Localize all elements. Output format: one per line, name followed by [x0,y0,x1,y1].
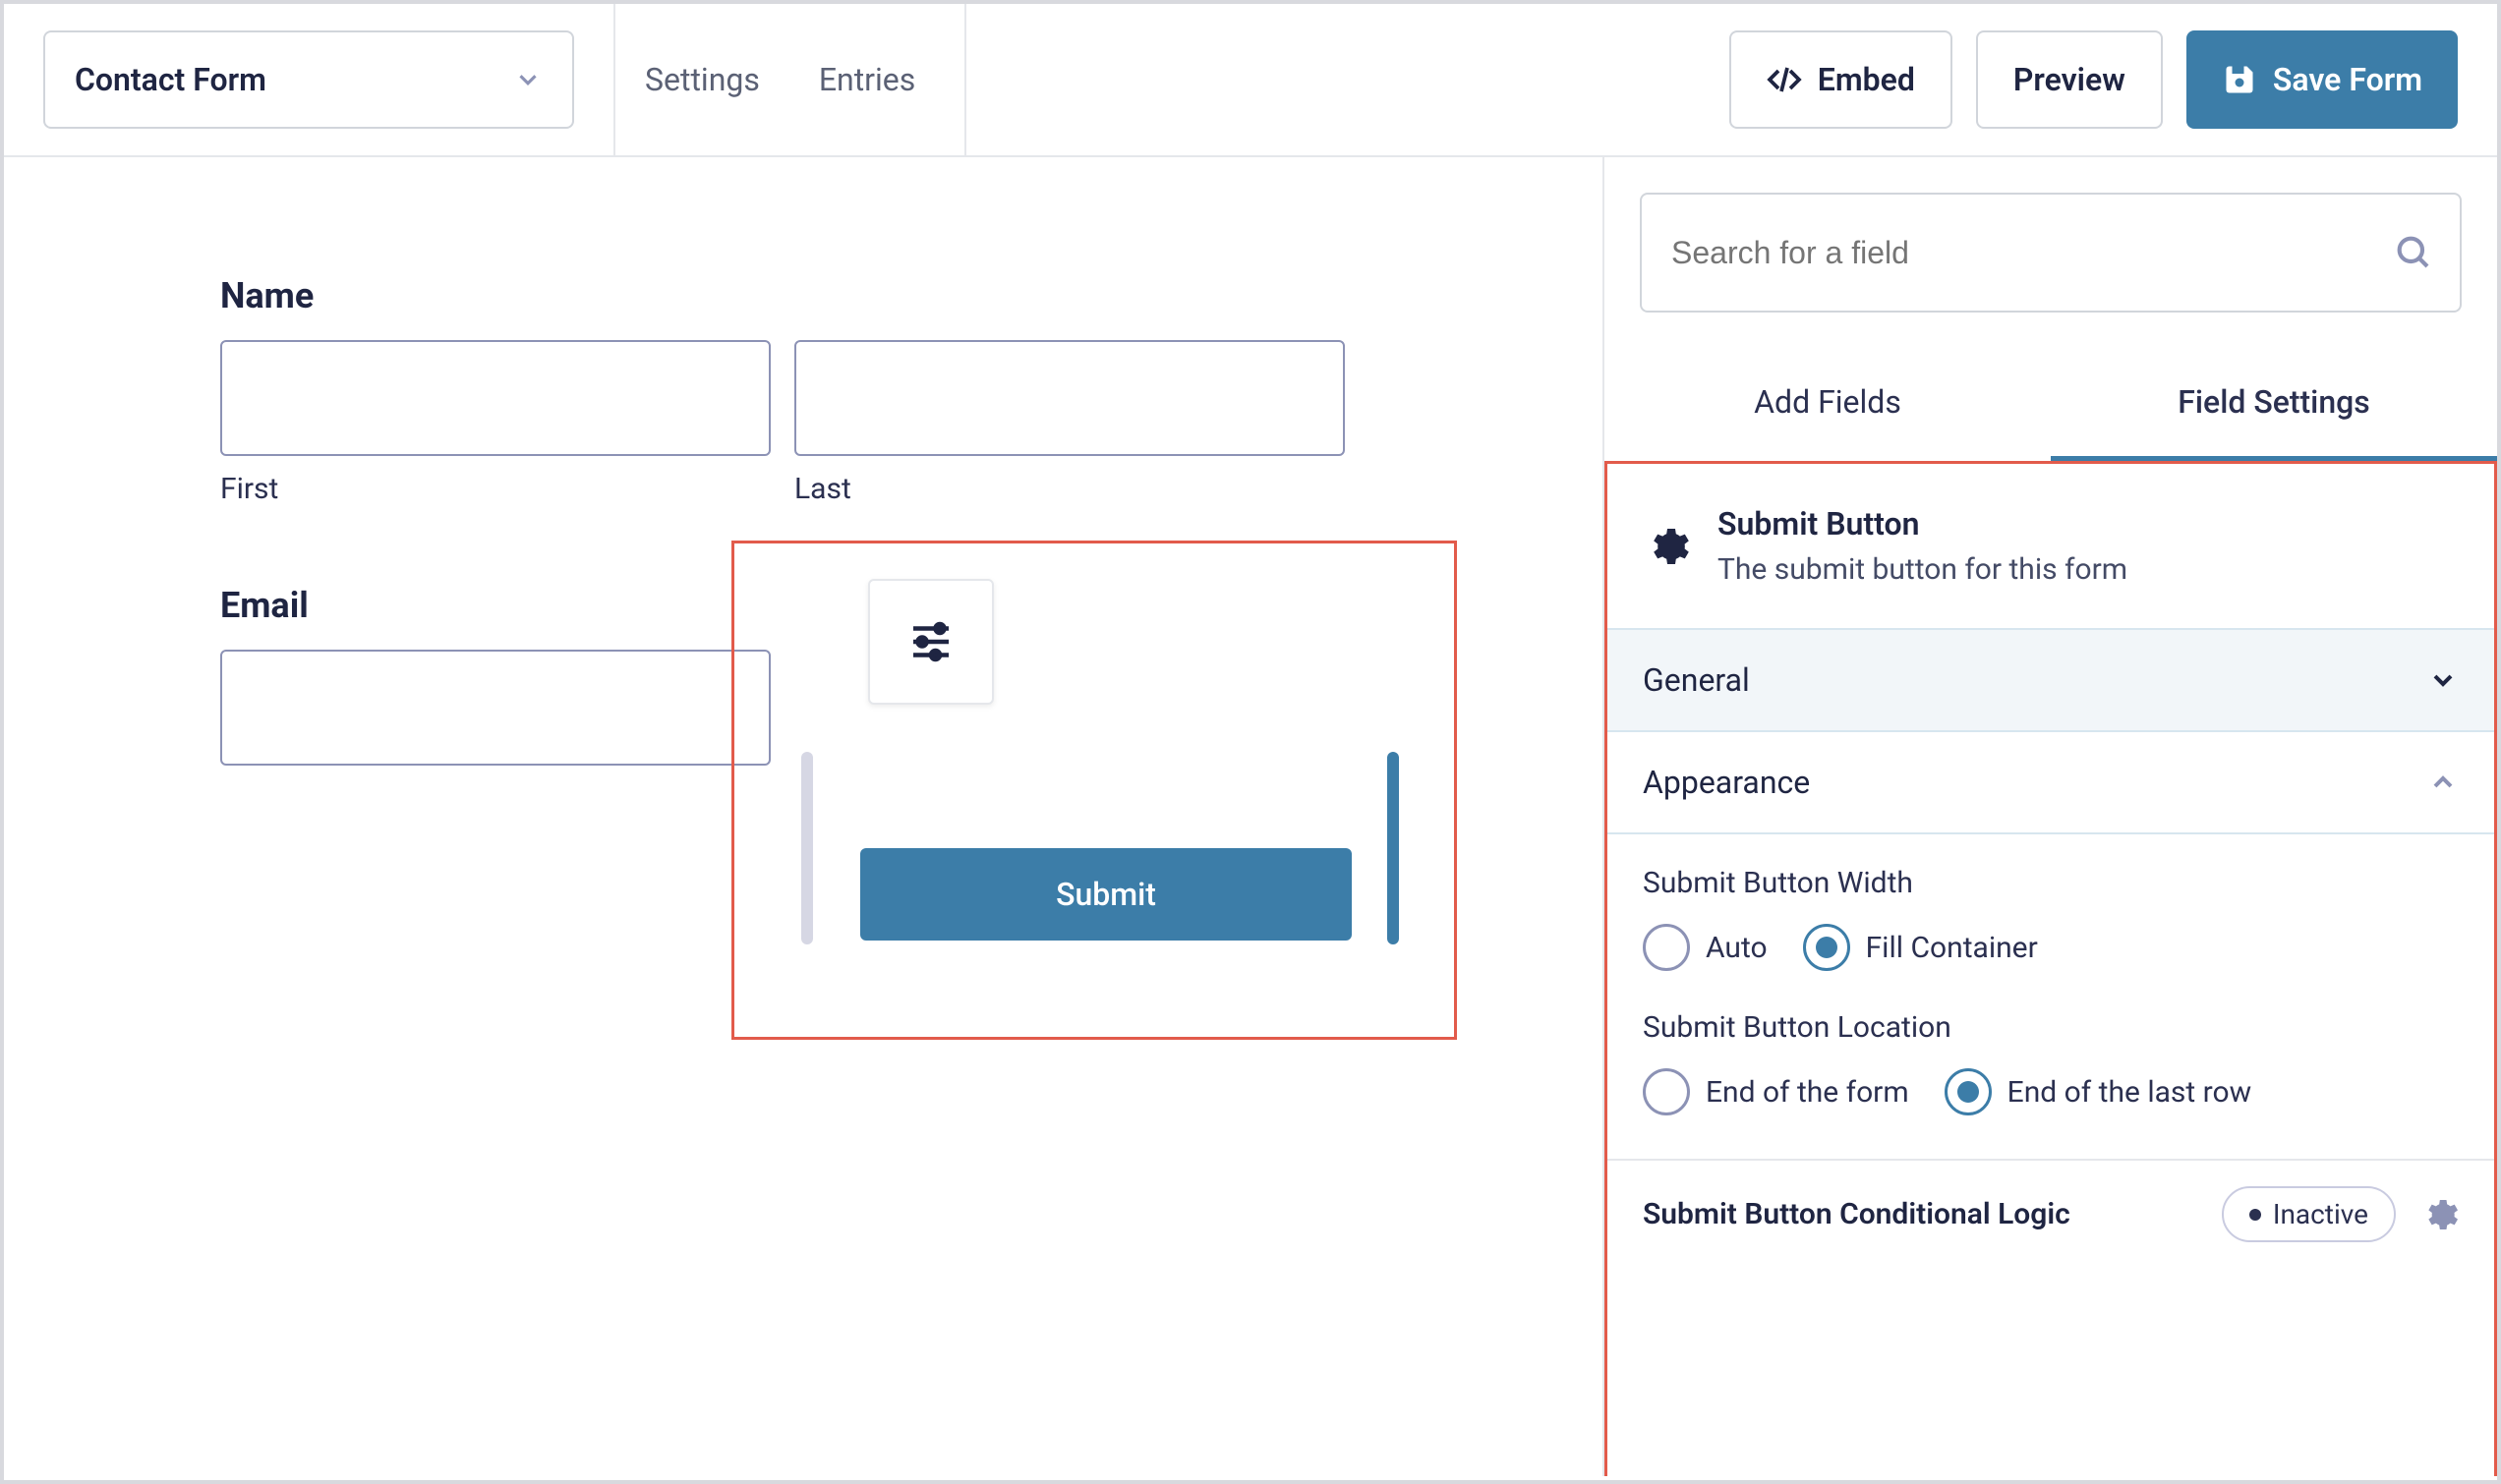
section-general[interactable]: General [1607,630,2494,730]
email-input[interactable] [220,650,771,766]
search-input[interactable] [1640,193,2462,313]
form-name: Contact Form [75,61,266,98]
code-icon [1767,62,1802,97]
submit-label: Submit [1056,876,1156,913]
radio-icon [1945,1068,1992,1115]
radio-width-auto[interactable]: Auto [1643,924,1768,971]
field-settings-toggle[interactable] [868,579,994,705]
status-badge: Inactive [2222,1186,2396,1242]
radio-label: Fill Container [1866,931,2038,965]
topbar: Contact Form Settings Entries Embed Prev… [4,4,2497,157]
save-icon [2222,62,2257,97]
width-label: Submit Button Width [1643,866,2459,900]
gear-icon [1643,523,1690,570]
top-actions: Embed Preview Save Form [1729,30,2497,129]
name-field[interactable]: Name First Last [220,275,1504,506]
tab-settings[interactable]: Settings [613,4,789,155]
radio-loc-endrow[interactable]: End of the last row [1945,1068,2252,1115]
radio-label: End of the last row [2007,1075,2252,1110]
last-name-input[interactable] [794,340,1345,456]
section-general-label: General [1643,661,1750,699]
status-text: Inactive [2273,1198,2368,1230]
status-dot-icon [2249,1209,2261,1221]
name-label: Name [220,275,1504,316]
top-nav: Settings Entries [613,4,966,155]
radio-icon [1803,924,1850,971]
sidebar: Add Fields Field Settings Submit Button … [1602,157,2497,1476]
preview-button[interactable]: Preview [1976,30,2163,129]
save-button[interactable]: Save Form [2186,30,2458,129]
section-appearance[interactable]: Appearance [1607,732,2494,832]
resize-handle-left[interactable] [801,752,813,944]
last-sublabel: Last [794,472,1345,506]
radio-icon [1643,924,1690,971]
radio-loc-endform[interactable]: End of the form [1643,1068,1909,1115]
radio-label: Auto [1706,931,1768,965]
location-label: Submit Button Location [1643,1010,2459,1045]
field-header: Submit Button The submit button for this… [1607,464,2494,628]
form-selector[interactable]: Contact Form [43,30,574,129]
email-field[interactable]: Email [220,585,771,766]
embed-label: Embed [1818,61,1915,98]
chevron-up-icon [2427,767,2459,798]
search-icon [2393,232,2432,271]
submit-button-preview[interactable]: Submit [860,848,1352,941]
first-sublabel: First [220,472,771,506]
section-appearance-label: Appearance [1643,764,1810,801]
chevron-down-icon [513,65,543,94]
save-label: Save Form [2273,61,2422,98]
tab-entries[interactable]: Entries [789,4,966,155]
appearance-body: Submit Button Width Auto Fill Container [1607,832,2494,1159]
submit-field-selected[interactable]: Submit [731,541,1457,1040]
cond-label: Submit Button Conditional Logic [1643,1197,2070,1231]
embed-button[interactable]: Embed [1729,30,1952,129]
field-settings-panel: Submit Button The submit button for this… [1604,461,2497,1476]
first-name-input[interactable] [220,340,771,456]
email-label: Email [220,585,771,626]
radio-width-fill[interactable]: Fill Container [1803,924,2038,971]
radio-icon [1643,1068,1690,1115]
conditional-logic-row: Submit Button Conditional Logic Inactive [1607,1159,2494,1268]
radio-label: End of the form [1706,1075,1909,1110]
sliders-icon [904,615,958,668]
preview-label: Preview [2013,61,2125,98]
tab-add-fields[interactable]: Add Fields [1604,348,2051,462]
sidebar-tabs: Add Fields Field Settings [1604,348,2497,464]
field-desc: The submit button for this form [1717,552,2127,587]
chevron-down-icon [2427,664,2459,696]
gear-icon[interactable] [2419,1195,2459,1234]
resize-handle-right[interactable] [1387,752,1399,944]
tab-field-settings[interactable]: Field Settings [2051,348,2497,462]
form-canvas: Name First Last Email [4,157,1602,1476]
field-title: Submit Button [1717,505,2127,542]
